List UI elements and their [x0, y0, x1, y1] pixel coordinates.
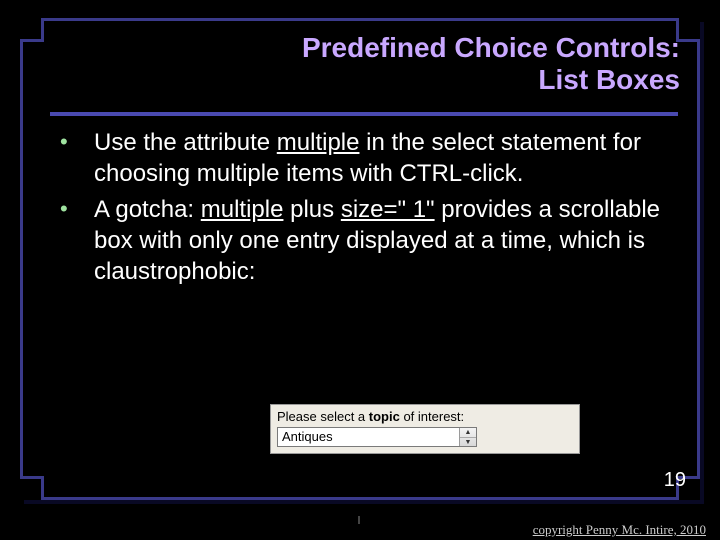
bullet-text: A gotcha: multiple plus size=" 1" provid… [94, 195, 670, 287]
bullet-list: • Use the attribute multiple in the sele… [60, 128, 670, 294]
text-run: A gotcha: [94, 196, 201, 223]
title-line-1: Predefined Choice Controls: [302, 32, 680, 63]
bullet-text: Use the attribute multiple in the select… [94, 128, 670, 189]
chevron-down-icon[interactable]: ▼ [460, 438, 476, 447]
list-item: • A gotcha: multiple plus size=" 1" prov… [60, 195, 670, 287]
underlined-term: multiple [201, 196, 284, 223]
slide-title: Predefined Choice Controls: List Boxes [150, 32, 680, 96]
list-item: • Use the attribute multiple in the sele… [60, 128, 670, 189]
footer-tick [358, 516, 360, 524]
footer-bar: copyright Penny Mc. Intire, 2010 [0, 518, 720, 540]
frame-corner [20, 18, 44, 42]
text-run: Use the attribute [94, 129, 277, 156]
bullet-dot: • [60, 195, 94, 287]
title-line-2: List Boxes [538, 64, 680, 95]
underlined-term: size=" 1" [341, 196, 435, 223]
text-run: of interest: [400, 409, 464, 424]
text-run: Please select a [277, 409, 369, 424]
listbox-spinner[interactable]: ▲ ▼ [459, 428, 476, 446]
text-bold: topic [369, 409, 400, 424]
frame-corner [20, 476, 44, 500]
chevron-up-icon[interactable]: ▲ [460, 428, 476, 438]
bullet-dot: • [60, 128, 94, 189]
page-number: 19 [664, 469, 686, 492]
example-panel: Please select a topic of interest: Antiq… [270, 404, 580, 454]
underlined-term: multiple [277, 129, 360, 156]
listbox[interactable]: Antiques ▲ ▼ [277, 427, 477, 447]
listbox-value: Antiques [278, 428, 459, 446]
slide: Predefined Choice Controls: List Boxes •… [0, 0, 720, 540]
copyright-text: copyright Penny Mc. Intire, 2010 [533, 522, 706, 538]
title-underline [50, 112, 678, 116]
example-label: Please select a topic of interest: [277, 409, 573, 424]
text-run: plus [283, 196, 340, 223]
